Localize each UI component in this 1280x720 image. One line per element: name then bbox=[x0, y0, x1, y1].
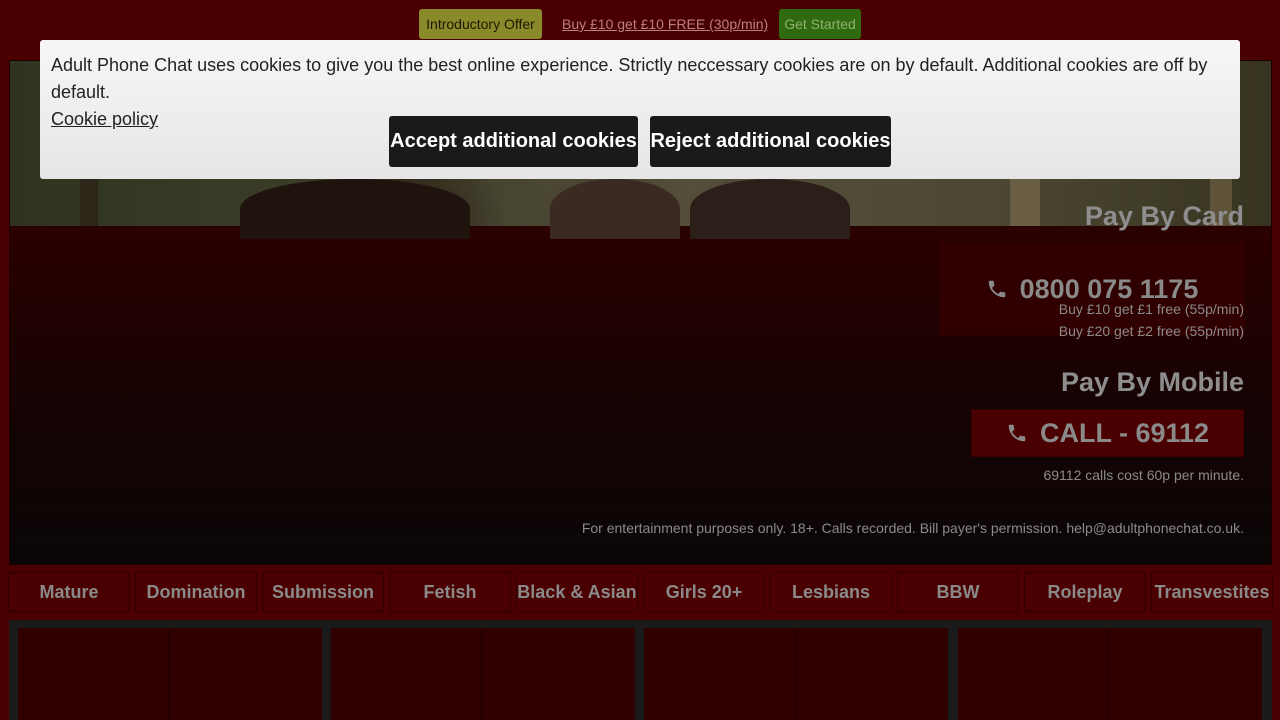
disclaimer: For entertainment purposes only. 18+. Ca… bbox=[581, 520, 1244, 536]
pay-by-mobile-title: Pay By Mobile bbox=[1060, 367, 1244, 397]
category-tab[interactable]: BBW bbox=[897, 572, 1019, 612]
category-tab[interactable]: Transvestites bbox=[1151, 572, 1273, 612]
cookie-message: Adult Phone Chat uses cookies to give yo… bbox=[51, 55, 1208, 102]
cookie-policy-link[interactable]: Cookie policy bbox=[51, 109, 158, 129]
category-tab[interactable]: Fetish bbox=[389, 572, 511, 612]
phone-icon bbox=[1008, 424, 1026, 442]
cookie-message-block: Adult Phone Chat uses cookies to give yo… bbox=[51, 52, 1231, 133]
mobile-phone-button[interactable]: CALL - 69112 bbox=[971, 409, 1244, 457]
card-phone-number: 0800 075 1175 bbox=[1019, 273, 1199, 304]
card-phone-button[interactable]: 0800 075 1175 bbox=[940, 243, 1244, 335]
card-offer-note-2: Buy £20 get £2 free (55p/min) bbox=[1058, 323, 1244, 339]
phone-icon bbox=[988, 280, 1005, 298]
category-tab[interactable]: Girls 20+ bbox=[643, 572, 765, 612]
category-tab[interactable]: Submission bbox=[262, 572, 384, 612]
profile-card[interactable] bbox=[958, 628, 1262, 720]
profile-card[interactable] bbox=[18, 628, 322, 720]
profile-card[interactable] bbox=[331, 628, 635, 720]
card-offer-note-1: Buy £10 get £1 free (55p/min) bbox=[1058, 301, 1244, 317]
mobile-phone-number: CALL - 69112 bbox=[1039, 417, 1210, 448]
accept-cookies-button[interactable]: Accept additional cookies bbox=[389, 116, 638, 167]
reject-cookies-button[interactable]: Reject additional cookies bbox=[650, 116, 891, 167]
pay-by-card-title: Pay By Card bbox=[1084, 201, 1244, 231]
category-tab[interactable]: Roleplay bbox=[1024, 572, 1146, 612]
category-tab[interactable]: Black & Asian bbox=[516, 572, 638, 612]
get-started-button[interactable]: Get Started bbox=[779, 9, 861, 39]
profile-card[interactable] bbox=[644, 628, 948, 720]
offer-link[interactable]: Buy £10 get £10 FREE (30p/min) bbox=[562, 9, 768, 39]
category-tab[interactable]: Lesbians bbox=[770, 572, 892, 612]
category-tab[interactable]: Domination bbox=[135, 572, 257, 612]
introductory-offer-badge[interactable]: Introductory Offer bbox=[419, 9, 542, 39]
category-tab[interactable]: Mature bbox=[8, 572, 130, 612]
mobile-cost-note: 69112 calls cost 60p per minute. bbox=[1043, 467, 1244, 483]
cookie-banner: Adult Phone Chat uses cookies to give yo… bbox=[40, 40, 1240, 179]
